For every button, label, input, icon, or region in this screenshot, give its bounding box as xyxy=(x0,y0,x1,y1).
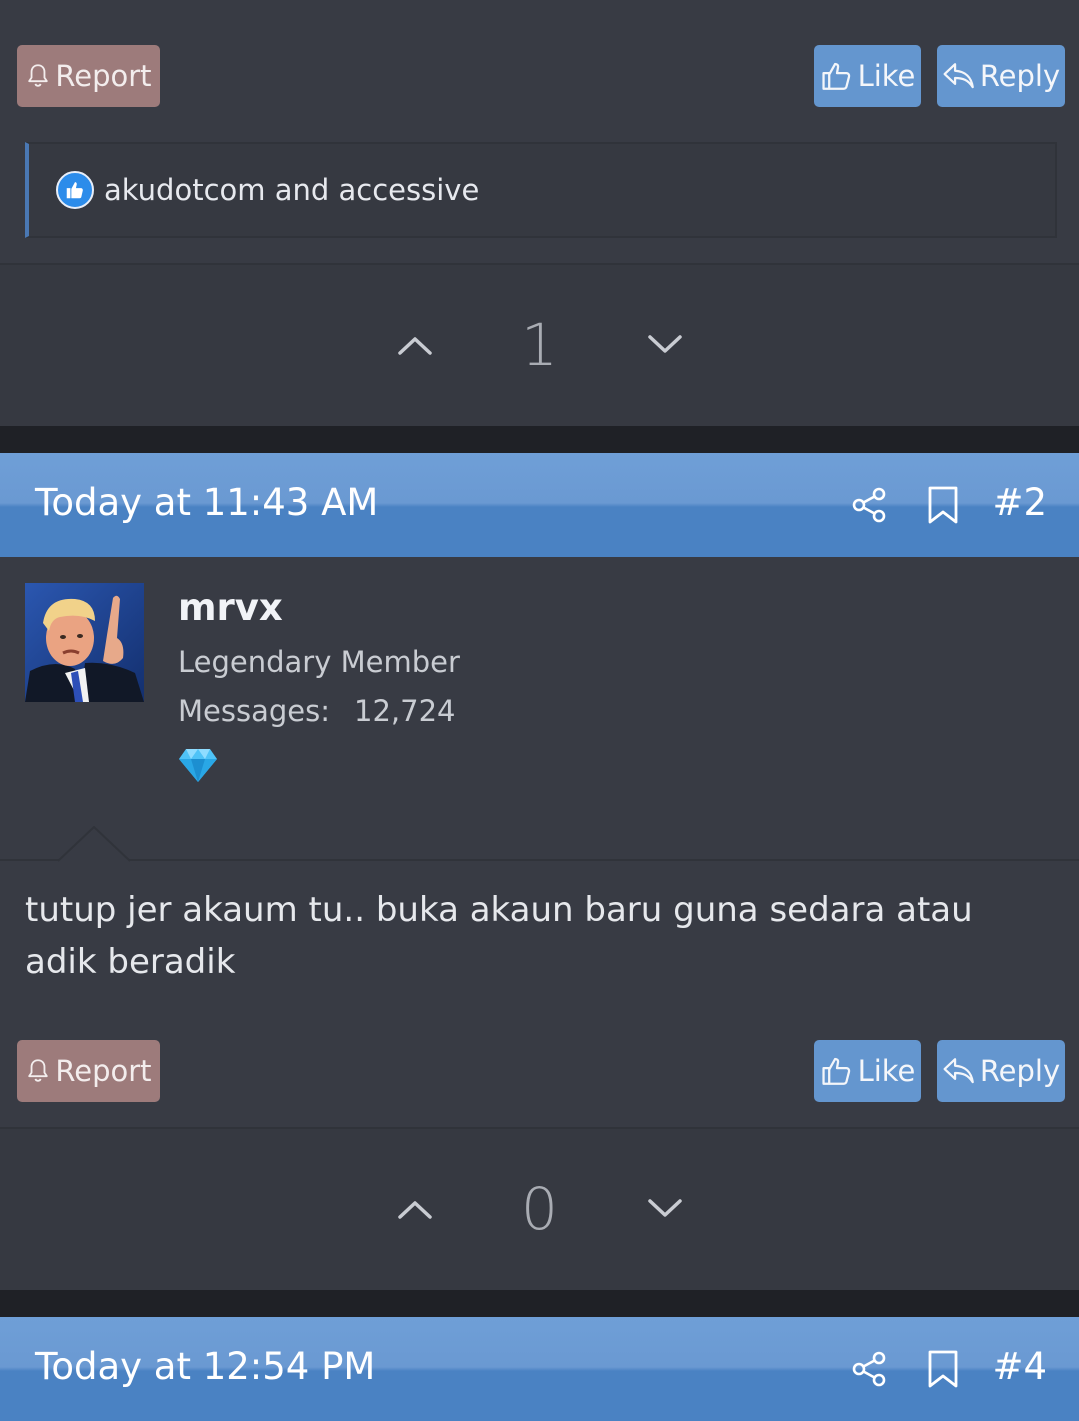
report-label: Report xyxy=(55,59,152,93)
vote-controls: 0 xyxy=(0,1175,1079,1243)
like-button[interactable]: Like xyxy=(814,1040,921,1102)
upvote-button[interactable] xyxy=(395,325,435,365)
like-reaction-icon xyxy=(56,171,94,209)
messages-count: 12,724 xyxy=(354,694,456,728)
chevron-down-icon xyxy=(647,335,682,353)
thumbs-up-icon xyxy=(821,62,850,90)
likes-text[interactable]: akudotcom and accessive xyxy=(104,173,479,207)
share-icon[interactable] xyxy=(850,486,888,528)
reply-button[interactable]: Reply xyxy=(937,45,1065,107)
user-title: Legendary Member xyxy=(178,645,460,679)
diamond-icon xyxy=(178,746,218,788)
post-header: Today at 11:43 AM #2 xyxy=(0,453,1079,557)
share-icon[interactable] xyxy=(850,1350,888,1392)
bookmark-icon[interactable] xyxy=(926,1350,960,1392)
message-divider xyxy=(0,859,1079,861)
chevron-up-icon xyxy=(397,337,432,355)
vote-controls: 1 xyxy=(0,311,1079,379)
downvote-button[interactable] xyxy=(645,1189,685,1229)
thumbs-up-icon xyxy=(821,1057,850,1085)
report-label: Report xyxy=(55,1054,152,1088)
like-button[interactable]: Like xyxy=(814,45,921,107)
bell-icon xyxy=(28,64,49,87)
like-label: Like xyxy=(857,1054,916,1088)
upvote-button[interactable] xyxy=(395,1189,435,1229)
report-button[interactable]: Report xyxy=(17,1040,160,1102)
vote-score: 0 xyxy=(521,1175,558,1243)
post-message: tutup jer akaum tu.. buka akaun baru gun… xyxy=(25,890,973,982)
report-button[interactable]: Report xyxy=(17,45,160,107)
vote-score: 1 xyxy=(521,311,558,379)
reply-label: Reply xyxy=(979,1054,1061,1088)
post-number[interactable]: #4 xyxy=(992,1345,1047,1388)
reply-button[interactable]: Reply xyxy=(937,1040,1065,1102)
reply-label: Reply xyxy=(979,59,1061,93)
post-date[interactable]: Today at 11:43 AM xyxy=(35,481,378,524)
bookmark-icon[interactable] xyxy=(926,486,960,528)
post-date[interactable]: Today at 12:54 PM xyxy=(35,1345,375,1388)
likes-summary[interactable]: akudotcom and accessive xyxy=(25,142,1057,238)
post-number[interactable]: #2 xyxy=(992,481,1047,524)
messages-label: Messages: xyxy=(178,694,330,728)
chevron-up-icon xyxy=(397,1201,432,1219)
downvote-button[interactable] xyxy=(645,325,685,365)
reply-icon xyxy=(943,63,974,89)
bell-icon xyxy=(28,1059,49,1082)
chevron-down-icon xyxy=(647,1199,682,1217)
avatar[interactable] xyxy=(25,583,144,702)
username[interactable]: mrvx xyxy=(178,586,283,629)
like-label: Like xyxy=(857,59,916,93)
message-arrow xyxy=(58,826,130,862)
post-header: Today at 12:54 PM #4 xyxy=(0,1317,1079,1421)
reply-icon xyxy=(943,1058,974,1084)
